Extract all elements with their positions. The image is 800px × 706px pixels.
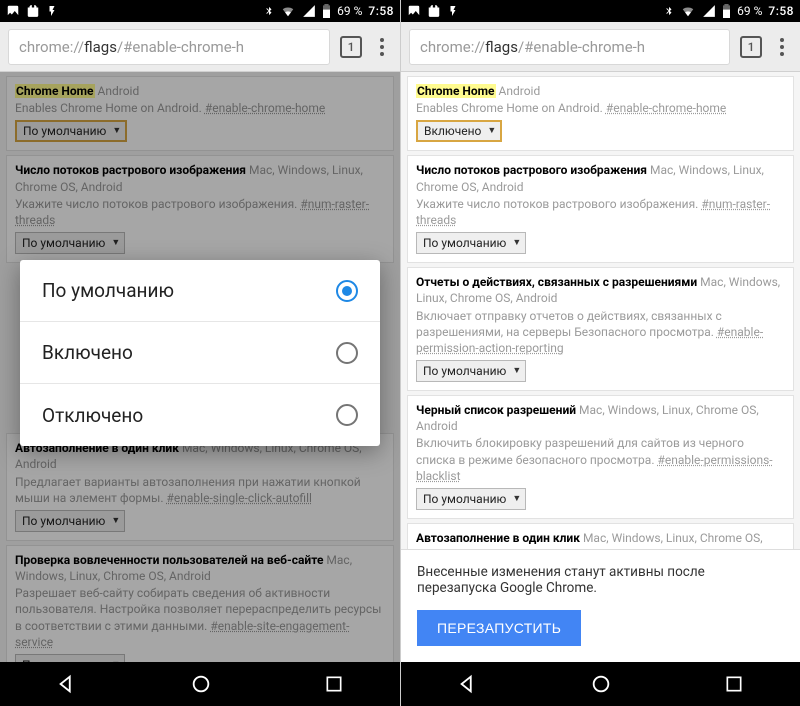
page-content: Chrome Home Android Enables Chrome Home … xyxy=(0,72,400,662)
browser-toolbar: chrome://flags/#enable-chrome-h 1 xyxy=(401,22,800,72)
chevron-down-icon: ▼ xyxy=(512,365,521,377)
battery-text: 69 % xyxy=(337,4,362,18)
tab-switcher[interactable]: 1 xyxy=(340,36,362,58)
home-icon[interactable] xyxy=(190,673,212,695)
phone-right: 69 % 7:58 chrome://flags/#enable-chrome-… xyxy=(400,0,800,706)
home-icon[interactable] xyxy=(590,673,612,695)
flag-raster: Число потоков растрового изображения Mac… xyxy=(407,155,794,263)
shop-icon xyxy=(427,4,441,18)
battery-icon xyxy=(322,4,331,18)
clock-text: 7:58 xyxy=(768,4,794,18)
chevron-down-icon: ▼ xyxy=(512,237,521,249)
flag-select[interactable]: По умолчанию▼ xyxy=(416,488,526,510)
flag-select[interactable]: По умолчанию▼ xyxy=(416,232,526,254)
status-bar: 69 % 7:58 xyxy=(0,0,400,22)
wifi-icon xyxy=(280,4,296,18)
select-dialog: По умолчанию Включено Отключено xyxy=(20,260,380,446)
recents-icon[interactable] xyxy=(324,674,344,694)
signal-icon xyxy=(702,4,716,18)
tab-switcher[interactable]: 1 xyxy=(740,36,762,58)
chevron-down-icon: ▼ xyxy=(512,493,521,505)
phone-left: 69 % 7:58 chrome://flags/#enable-chrome-… xyxy=(0,0,400,706)
flag-perm-black: Черный список разрешений Mac, Windows, L… xyxy=(407,395,794,519)
overflow-menu-icon[interactable] xyxy=(772,38,792,56)
wifi-icon xyxy=(680,4,696,18)
radio-checked-icon xyxy=(336,280,358,302)
radio-unchecked-icon xyxy=(336,342,358,364)
url-bar[interactable]: chrome://flags/#enable-chrome-h xyxy=(8,29,330,65)
overflow-menu-icon[interactable] xyxy=(372,38,392,56)
shop-icon xyxy=(26,4,40,18)
url-bar[interactable]: chrome://flags/#enable-chrome-h xyxy=(409,29,730,65)
dialog-option-default[interactable]: По умолчанию xyxy=(20,260,380,322)
radio-unchecked-icon xyxy=(336,404,358,426)
bolt-icon xyxy=(447,4,459,18)
dialog-option-disabled[interactable]: Отключено xyxy=(20,384,380,446)
chevron-down-icon: ▼ xyxy=(487,125,496,137)
bolt-icon xyxy=(46,4,58,18)
bluetooth-icon xyxy=(664,4,674,18)
restart-banner: Внесенные изменения станут активны после… xyxy=(401,549,800,662)
clock-text: 7:58 xyxy=(368,4,394,18)
back-icon[interactable] xyxy=(56,673,78,695)
recents-icon[interactable] xyxy=(724,674,744,694)
android-navbar xyxy=(0,662,400,706)
status-bar: 69 % 7:58 xyxy=(401,0,800,22)
flag-select[interactable]: Включено▼ xyxy=(416,120,502,142)
flag-select[interactable]: По умолчанию▼ xyxy=(416,360,526,382)
image-icon xyxy=(6,4,20,18)
bluetooth-icon xyxy=(264,4,274,18)
image-icon xyxy=(407,4,421,18)
signal-icon xyxy=(302,4,316,18)
battery-icon xyxy=(722,4,731,18)
android-navbar xyxy=(401,662,800,706)
banner-text: Внесенные изменения станут активны после… xyxy=(417,564,784,596)
restart-button[interactable]: ПЕРЕЗАПУСТИТЬ xyxy=(417,610,581,646)
back-icon[interactable] xyxy=(457,673,479,695)
dialog-option-enabled[interactable]: Включено xyxy=(20,322,380,384)
browser-toolbar: chrome://flags/#enable-chrome-h 1 xyxy=(0,22,400,72)
battery-text: 69 % xyxy=(737,4,762,18)
flag-chrome-home: Chrome Home Android Enables Chrome Home … xyxy=(407,76,794,151)
flag-perm-report: Отчеты о действиях, связанных с разрешен… xyxy=(407,267,794,391)
